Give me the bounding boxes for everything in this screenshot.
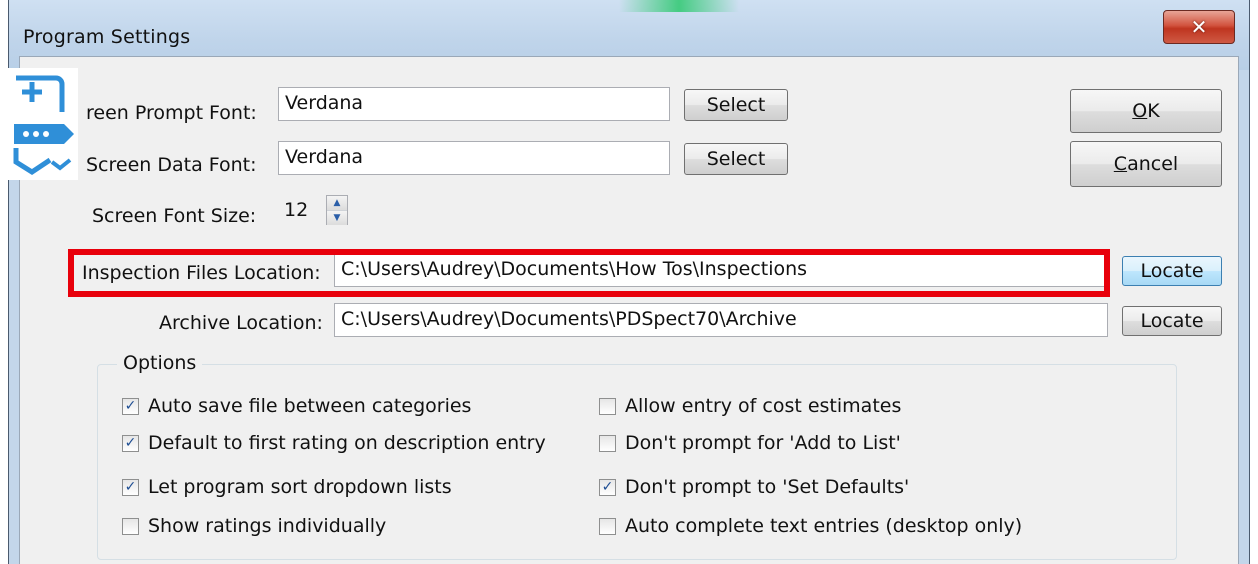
window-title: Program Settings xyxy=(23,26,191,48)
inspection-locate-button[interactable]: Locate xyxy=(1122,256,1222,286)
close-icon: ✕ xyxy=(1190,15,1208,39)
checkmark-icon: ✓ xyxy=(599,478,616,496)
option-auto-complete[interactable]: Auto complete text entries (desktop only… xyxy=(599,515,1022,537)
app-logo-icon xyxy=(8,68,78,180)
prompt-font-field[interactable]: Verdana xyxy=(278,87,670,121)
close-button[interactable]: ✕ xyxy=(1163,10,1235,44)
data-font-select-button[interactable]: Select xyxy=(684,143,788,175)
program-settings-dialog: Program Settings ✕ reen Prompt Font: Ver… xyxy=(8,0,1250,564)
checkmark-icon: ✓ xyxy=(122,478,139,496)
option-sort-dropdowns[interactable]: ✓ Let program sort dropdown lists xyxy=(122,476,452,498)
ok-button[interactable]: OK xyxy=(1070,89,1222,133)
cancel-label: ancel xyxy=(1127,153,1179,175)
font-size-label: Screen Font Size: xyxy=(92,205,257,227)
archive-location-label: Archive Location: xyxy=(159,312,323,334)
checkbox-empty xyxy=(599,517,616,535)
option-auto-save[interactable]: ✓ Auto save file between categories xyxy=(122,395,471,417)
option-label: Show ratings individually xyxy=(148,515,387,537)
option-label: Let program sort dropdown lists xyxy=(148,476,452,498)
prompt-font-label: reen Prompt Font: xyxy=(86,102,257,124)
data-font-label: Screen Data Font: xyxy=(86,154,257,176)
option-label: Auto complete text entries (desktop only… xyxy=(625,515,1023,537)
option-label: Don't prompt to 'Set Defaults' xyxy=(625,476,910,498)
ok-label: K xyxy=(1147,100,1160,122)
checkbox-empty xyxy=(599,397,616,415)
checkmark-icon: ✓ xyxy=(122,434,139,452)
options-group-title: Options xyxy=(117,352,203,374)
option-show-ratings-individually[interactable]: Show ratings individually xyxy=(122,515,386,537)
spin-down-icon[interactable]: ▼ xyxy=(327,211,347,225)
ok-mnemonic: O xyxy=(1132,100,1148,122)
checkbox-empty xyxy=(599,434,616,452)
option-no-add-to-list-prompt[interactable]: Don't prompt for 'Add to List' xyxy=(599,432,901,454)
prompt-font-select-button[interactable]: Select xyxy=(684,89,788,121)
cancel-button[interactable]: Cancel xyxy=(1070,141,1222,187)
option-label: Don't prompt for 'Add to List' xyxy=(625,432,901,454)
option-cost-estimates[interactable]: Allow entry of cost estimates xyxy=(599,395,901,417)
checkmark-icon: ✓ xyxy=(122,397,139,415)
option-label: Default to first rating on description e… xyxy=(148,432,546,454)
inspection-location-label: Inspection Files Location: xyxy=(82,262,321,284)
archive-locate-button[interactable]: Locate xyxy=(1122,306,1222,336)
checkbox-empty xyxy=(122,517,139,535)
option-default-first-rating[interactable]: ✓ Default to first rating on description… xyxy=(122,432,546,454)
background-accent xyxy=(619,0,739,12)
font-size-field[interactable]: 12 xyxy=(278,195,318,229)
cancel-mnemonic: C xyxy=(1113,153,1128,175)
option-no-set-defaults-prompt[interactable]: ✓ Don't prompt to 'Set Defaults' xyxy=(599,476,909,498)
archive-location-field[interactable]: C:\Users\Audrey\Documents\PDSpect70\Arch… xyxy=(334,303,1108,337)
option-label: Allow entry of cost estimates xyxy=(625,395,902,417)
data-font-field[interactable]: Verdana xyxy=(278,141,670,175)
inspection-location-field[interactable]: C:\Users\Audrey\Documents\How Tos\Inspec… xyxy=(334,253,1108,287)
option-label: Auto save file between categories xyxy=(148,395,472,417)
font-size-spinner[interactable]: ▲ ▼ xyxy=(326,195,348,225)
spin-up-icon[interactable]: ▲ xyxy=(327,196,347,211)
